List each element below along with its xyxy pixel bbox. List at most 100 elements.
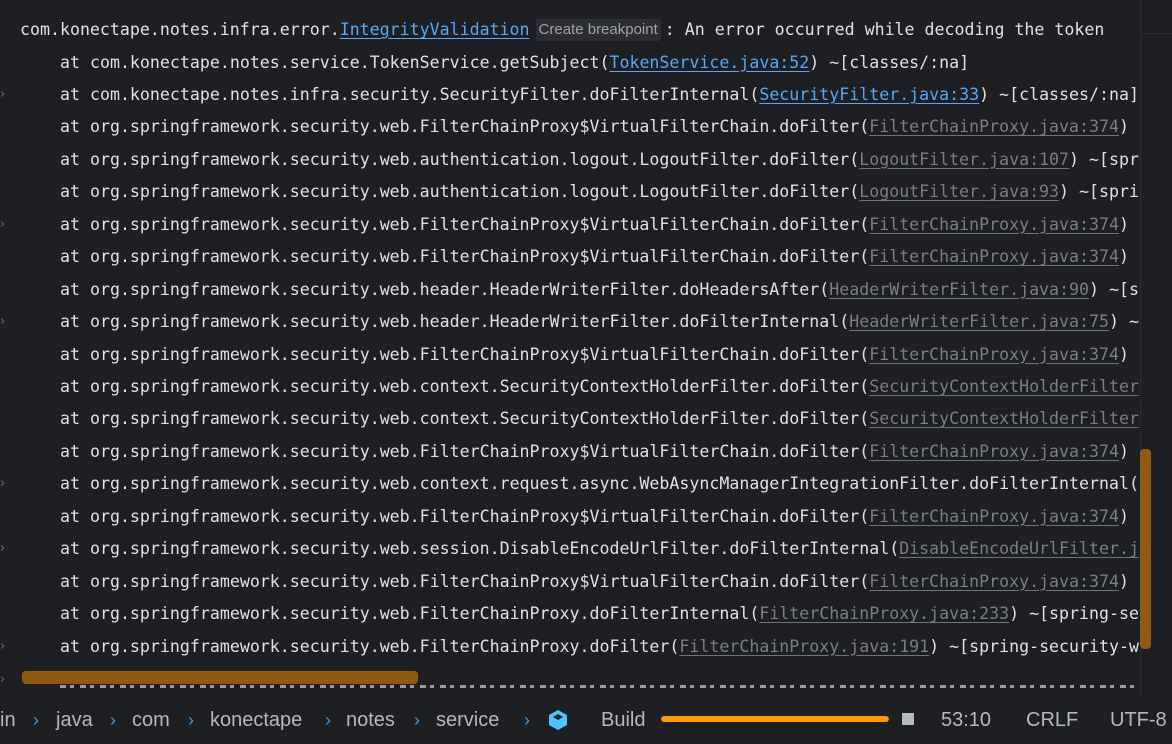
stack-frame-line: at org.springframework.security.web.head… (0, 274, 1140, 306)
stack-frame-line: › at org.springframework.security.web.Fil… (0, 631, 1140, 663)
frame-suffix: ) ~ (1108, 312, 1139, 332)
source-location-link[interactable]: FilterChainProxy.java:374 (869, 247, 1119, 266)
stack-frame-line: at org.springframework.security.web.Filt… (0, 598, 1140, 630)
frame-method: at com.konectape.notes.infra.security.Se… (60, 84, 760, 104)
line-separator[interactable]: CRLF (1026, 708, 1078, 732)
frame-method: at org.springframework.security.web.Filt… (60, 247, 870, 267)
exception-message: : An error occurred while decoding the t… (664, 20, 1105, 39)
frame-method: at org.springframework.security.web.Filt… (60, 214, 870, 234)
frame-method: at org.springframework.security.web.sess… (60, 539, 900, 559)
frame-suffix: ) (1118, 117, 1129, 137)
source-location-link[interactable]: FilterChainProxy.java:374 (869, 215, 1119, 234)
status-bar: in › java › com › konectape › notes › se… (0, 697, 1172, 744)
breadcrumb-separator-icon: › (33, 710, 39, 730)
frame-method: at org.springframework.security.web.head… (60, 279, 830, 299)
stack-frame-line: › at com.konectape.notes.infra.security.S… (0, 79, 1140, 111)
frame-method: at org.springframework.security.web.Filt… (60, 506, 870, 526)
breadcrumb-separator-icon: › (110, 710, 116, 730)
breadcrumb-separator-icon: › (524, 710, 530, 730)
build-progress-bar (661, 716, 889, 722)
frame-method: at org.springframework.security.web.cont… (60, 409, 870, 429)
frame-suffix: ) ~[spring-security-w (929, 636, 1139, 656)
breadcrumb-separator-icon: › (414, 710, 420, 730)
stack-frame-line: at org.springframework.security.web.Filt… (0, 566, 1140, 598)
source-location-link[interactable]: TokenService.java:52 (609, 53, 809, 72)
frame-method: at org.springframework.security.web.cont… (60, 377, 870, 396)
frame-suffix: ) (1118, 506, 1129, 526)
source-location-link[interactable]: HeaderWriterFilter.java:75 (849, 312, 1109, 331)
breadcrumb-item[interactable]: in (0, 708, 16, 732)
stack-frame-line: › at org.springframework.security.web.Fil… (0, 209, 1140, 241)
fold-chevron-icon[interactable]: › (0, 631, 12, 663)
frame-suffix: ) ~[spring-se (1009, 604, 1139, 624)
fold-chevron-icon[interactable]: › (0, 79, 12, 111)
frame-method: at org.springframework.security.web.cont… (60, 474, 1139, 494)
build-progress-fill (661, 716, 889, 722)
stack-frame-line: at org.springframework.security.web.Filt… (0, 111, 1140, 143)
frame-method: at org.springframework.security.web.Filt… (60, 571, 870, 591)
frame-method: at org.springframework.security.web.Filt… (60, 604, 760, 624)
source-location-link[interactable]: SecurityFilter.java:33 (759, 85, 979, 104)
frame-method: at com.konectape.notes.service.TokenServ… (60, 52, 610, 72)
source-location-link[interactable]: FilterChainProxy.java:374 (869, 507, 1119, 526)
fold-chevron-icon[interactable]: › (0, 209, 12, 241)
breadcrumb-separator-icon: › (325, 710, 331, 730)
stack-frame-line: at org.springframework.security.web.Filt… (0, 501, 1140, 533)
source-location-link[interactable]: DisableEncodeUrlFilter.j (899, 539, 1139, 558)
fold-chevron-icon[interactable]: › (0, 664, 12, 696)
exception-header-line: com.konectape.notes.infra.error.Integrit… (0, 14, 1140, 46)
breadcrumb-item[interactable]: notes (346, 708, 395, 732)
file-encoding[interactable]: UTF-8 (1110, 708, 1167, 732)
source-location-link[interactable]: LogoutFilter.java:93 (859, 182, 1059, 201)
scrollbar-corner (1141, 0, 1172, 34)
source-location-link[interactable]: FilterChainProxy.java:374 (869, 572, 1119, 591)
source-location-link[interactable]: HeaderWriterFilter.java:90 (829, 280, 1089, 299)
source-location-link[interactable]: SecurityContextHolderFilter (869, 377, 1139, 396)
frame-suffix: ) ~[classes/:na] (979, 84, 1139, 104)
frame-suffix: ) (1118, 441, 1129, 461)
source-location-link[interactable]: FilterChainProxy.java:191 (679, 637, 929, 656)
source-location-link[interactable]: LogoutFilter.java:107 (859, 150, 1069, 169)
source-location-link[interactable]: FilterChainProxy.java:374 (869, 442, 1119, 461)
frame-method: at org.springframework.security.web.auth… (60, 149, 860, 169)
fold-chevron-icon[interactable]: › (0, 533, 12, 565)
source-location-link[interactable]: FilterChainProxy.java:374 (869, 117, 1119, 136)
clipped-stack-line (60, 685, 1138, 688)
horizontal-scrollbar-thumb[interactable] (22, 671, 418, 684)
stack-frame-line: › at org.springframework.security.web.ses… (0, 533, 1140, 565)
breadcrumb-item[interactable]: com (132, 708, 170, 732)
stack-frame-line: at org.springframework.security.web.auth… (0, 144, 1140, 176)
stack-frame-line: at com.konectape.notes.service.TokenServ… (0, 47, 1140, 79)
source-location-link[interactable]: FilterChainProxy.java:374 (869, 345, 1119, 364)
breadcrumb-item[interactable]: konectape (210, 708, 302, 732)
fold-chevron-icon[interactable]: › (0, 468, 12, 500)
source-location-link[interactable]: SecurityContextHolderFilter (869, 409, 1139, 428)
frame-suffix: ) ~[s (1089, 279, 1139, 299)
breadcrumb-separator-icon: › (188, 710, 194, 730)
fold-chevron-icon[interactable]: › (0, 306, 12, 338)
breadcrumb-item[interactable]: java (56, 708, 93, 732)
frame-suffix: ) ~[spri (1059, 182, 1139, 202)
stack-frame-line: at org.springframework.security.web.Filt… (0, 339, 1140, 371)
stack-frame-line: at org.springframework.security.web.Filt… (0, 241, 1140, 273)
stack-frame-line: › at org.springframework.security.web.hea… (0, 306, 1140, 338)
stack-frame-line: › at org.springframework.security.web.con… (0, 468, 1140, 500)
frame-method: at org.springframework.security.web.Filt… (60, 636, 680, 656)
frame-method: at org.springframework.security.web.auth… (60, 182, 860, 202)
stack-frame-line: at org.springframework.security.web.auth… (0, 176, 1140, 208)
exception-class-link[interactable]: IntegrityValidation (340, 20, 530, 39)
source-location-link[interactable]: FilterChainProxy.java:233 (759, 604, 1009, 623)
create-breakpoint-button[interactable]: Create breakpoint (535, 19, 661, 41)
frame-suffix: ) (1118, 571, 1129, 591)
cursor-position[interactable]: 53:10 (941, 708, 991, 732)
stop-build-button[interactable] (902, 713, 914, 725)
java-class-cube-icon[interactable] (547, 709, 569, 731)
frame-suffix: ) ~[spr (1069, 149, 1139, 169)
frame-suffix: ) ~[classes/:na] (809, 52, 970, 72)
vertical-scrollbar-thumb[interactable] (1140, 449, 1151, 649)
frame-suffix: ) (1118, 247, 1129, 267)
build-label[interactable]: Build (601, 708, 645, 732)
frame-method: at org.springframework.security.web.Filt… (60, 441, 870, 461)
frame-suffix: ) (1118, 214, 1129, 234)
breadcrumb-item[interactable]: service (436, 708, 499, 732)
